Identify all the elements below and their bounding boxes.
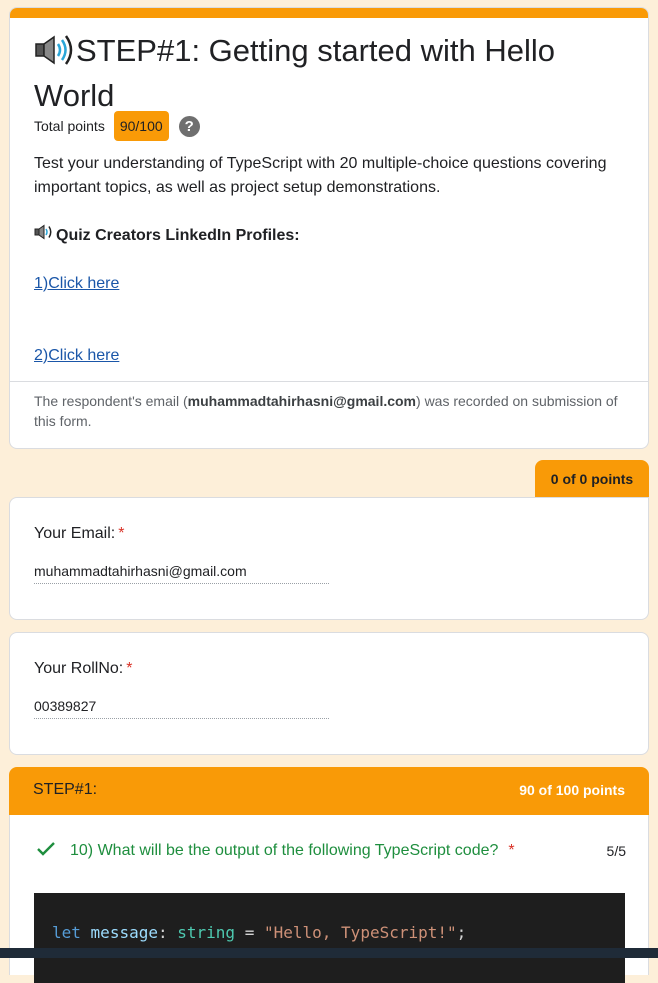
code-equals: =	[244, 923, 255, 942]
question-10-label: 10) What will be the output of the follo…	[70, 842, 499, 859]
divider	[10, 381, 648, 382]
email-note-address: muhammadtahirhasni@gmail.com	[187, 393, 417, 409]
required-marker: *	[126, 660, 133, 677]
creator-link-2[interactable]: 2)Click here	[34, 344, 119, 368]
help-icon[interactable]: ?	[178, 115, 200, 137]
check-icon	[36, 841, 56, 862]
step-section-score: 90 of 100 points	[519, 782, 625, 798]
email-note-prefix: The respondent's email (	[34, 393, 188, 409]
code-block: let message: string = "Hello, TypeScript…	[34, 893, 625, 983]
section-points-tab: 0 of 0 points	[535, 460, 649, 498]
form-description: Test your understanding of TypeScript wi…	[34, 155, 607, 196]
question-10-row: 10) What will be the output of the follo…	[36, 839, 626, 863]
code-colon: :	[157, 923, 168, 942]
code-variable: message	[90, 923, 158, 942]
email-label-text: Your Email:	[34, 525, 116, 542]
total-points-row: Total points 90/100 ?	[34, 111, 200, 141]
speaker-icon	[34, 34, 74, 75]
speaker-icon	[34, 224, 56, 248]
rollno-question-card: Your RollNo: * 00389827	[9, 632, 649, 755]
rollno-question-label: Your RollNo: *	[34, 657, 132, 681]
creators-heading-text: Quiz Creators LinkedIn Profiles:	[56, 227, 300, 244]
rollno-answer: 00389827	[34, 696, 329, 719]
email-question-card: Your Email: * muhammadtahirhasni@gmail.co…	[9, 497, 649, 620]
step-section-header: STEP#1: 90 of 100 points	[9, 767, 649, 815]
question-10-score: 5/5	[606, 843, 626, 859]
code-semicolon: ;	[456, 923, 467, 942]
rollno-label-text: Your RollNo:	[34, 660, 124, 677]
email-recorded-note: The respondent's email (muhammadtahirhas…	[34, 391, 634, 431]
email-answer: muhammadtahirhasni@gmail.com	[34, 561, 329, 584]
header-accent-bar	[10, 8, 648, 18]
step-section-name: STEP#1:	[33, 781, 98, 798]
creators-heading: Quiz Creators LinkedIn Profiles:	[34, 224, 300, 248]
code-type: string	[177, 923, 236, 942]
total-points-label: Total points	[34, 118, 105, 134]
code-string: "Hello, TypeScript!"	[263, 923, 457, 942]
page-title: STEP#1: Getting started with Hello World	[34, 30, 614, 116]
required-marker: *	[508, 842, 515, 859]
required-marker: *	[118, 525, 125, 542]
taskbar	[0, 948, 658, 958]
code-keyword: let	[52, 923, 81, 942]
email-question-label: Your Email: *	[34, 522, 124, 546]
question-10-text: 10) What will be the output of the follo…	[70, 842, 515, 860]
title-text: STEP#1: Getting started with Hello World	[34, 33, 556, 113]
total-points-badge: 90/100	[113, 111, 169, 141]
creator-link-1[interactable]: 1)Click here	[34, 272, 119, 296]
form-header-card: STEP#1: Getting started with Hello World…	[9, 7, 649, 449]
